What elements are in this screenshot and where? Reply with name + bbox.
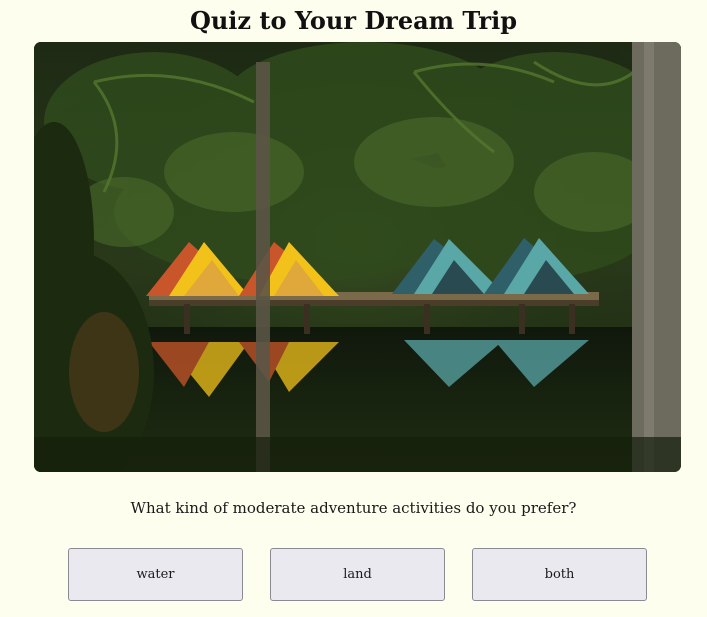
choice-both-button[interactable]: both — [472, 548, 647, 601]
quiz-page: Quiz to Your Dream Trip What kind of mod… — [0, 0, 707, 617]
page-title: Quiz to Your Dream Trip — [189, 6, 518, 35]
quiz-question: What kind of moderate adventure activiti… — [130, 499, 577, 517]
answer-choices: water land both — [68, 548, 647, 601]
hero-image — [34, 42, 681, 472]
camping-lake-photo — [34, 42, 681, 472]
choice-land-button[interactable]: land — [270, 548, 445, 601]
choice-water-button[interactable]: water — [68, 548, 243, 601]
